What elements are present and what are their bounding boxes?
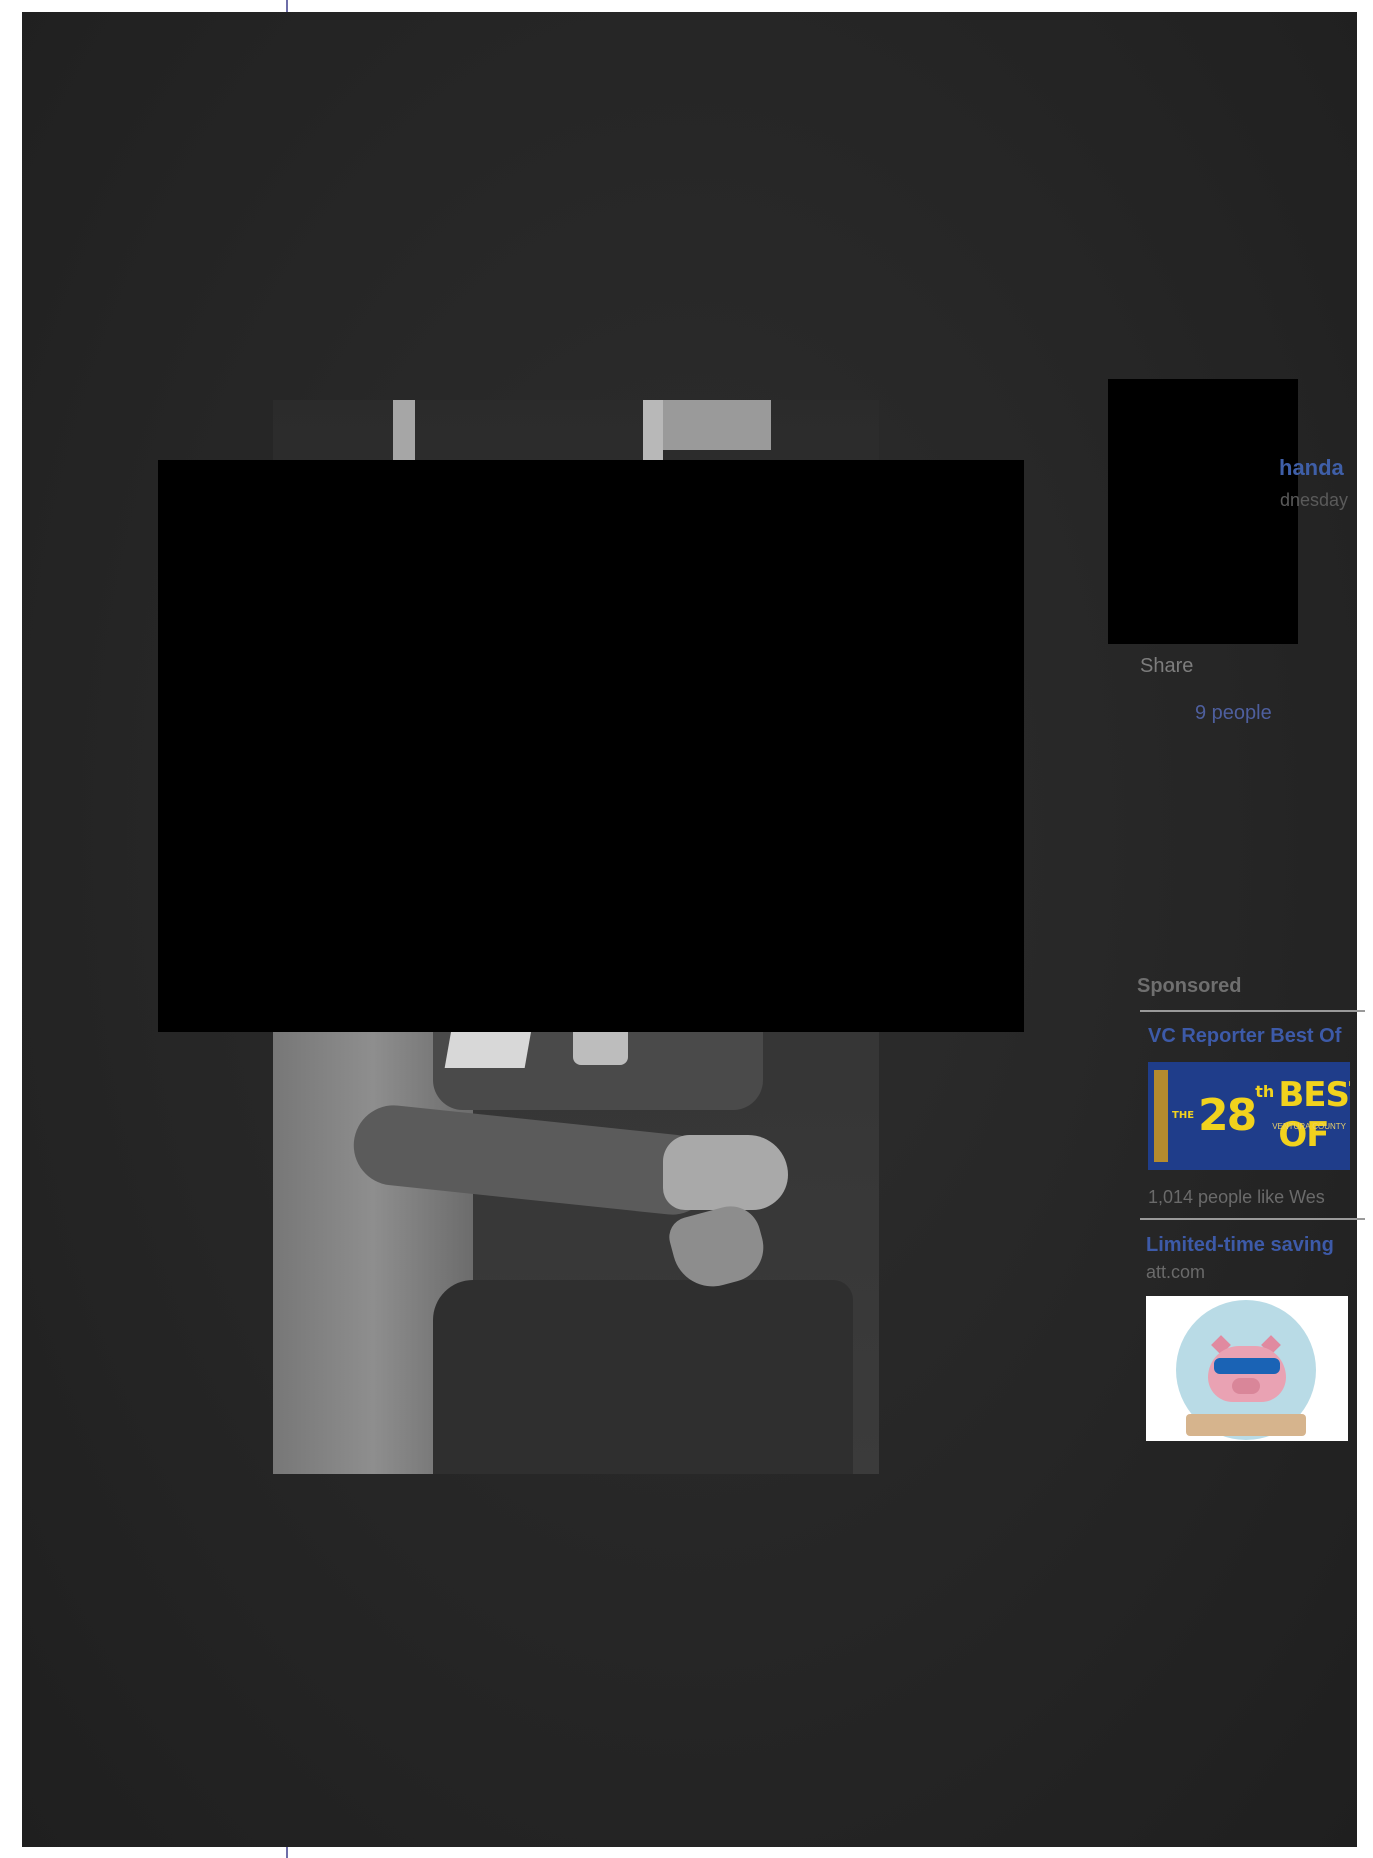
ad-title[interactable]: Limited-time saving <box>1146 1234 1334 1257</box>
ad-divider <box>1140 1218 1365 1220</box>
sponsored-heading: Sponsored <box>1137 975 1242 997</box>
sunglasses-icon <box>1214 1358 1280 1374</box>
likes-link[interactable]: 9 people <box>1195 702 1272 725</box>
ad-image-subtext: VENTURA COUNTY <box>1272 1122 1346 1131</box>
ad-image[interactable]: THE 28 th BEST OF VENTURA COUNTY <box>1148 1062 1350 1170</box>
ad-statuette-icon <box>1154 1070 1168 1162</box>
post-author-name[interactable]: handa <box>1279 455 1344 481</box>
photo-background-post <box>393 400 415 460</box>
piggy-bank-snout-icon <box>1232 1378 1260 1394</box>
ad-domain: att.com <box>1146 1262 1206 1282</box>
photo-pants <box>433 1280 853 1474</box>
photo-background-frame <box>643 400 663 460</box>
ad-image-superscript: th <box>1255 1082 1275 1101</box>
profile-picture-redaction <box>1108 379 1298 644</box>
ad-image[interactable] <box>1146 1296 1348 1441</box>
ad-title[interactable]: VC Reporter Best Of <box>1148 1025 1341 1048</box>
sponsored-divider <box>1140 1010 1365 1012</box>
photo-shirt-print <box>444 1030 532 1068</box>
ad-image-prefix: THE <box>1172 1109 1195 1121</box>
redaction-box <box>158 460 1024 1032</box>
ad-image-table <box>1186 1414 1306 1436</box>
ad-image-number: 28 <box>1198 1089 1257 1141</box>
post-date: dnesday <box>1280 490 1349 510</box>
photo-hand <box>663 1135 788 1210</box>
share-link[interactable]: Share <box>1140 655 1193 678</box>
ad-image-main-text: BEST OF <box>1278 1075 1350 1155</box>
ad-social-context[interactable]: 1,014 people like Wes <box>1148 1187 1325 1208</box>
ad-image-headline: THE 28 th BEST OF <box>1172 1072 1350 1158</box>
